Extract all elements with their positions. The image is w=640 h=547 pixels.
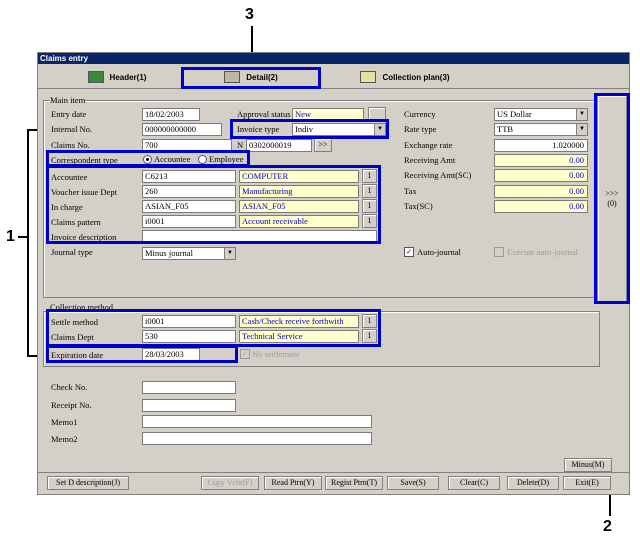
main-item-group-label: Main item [50, 95, 86, 105]
tax-label: Tax [404, 186, 417, 196]
no-settlement-label: No settlement [252, 349, 300, 359]
chevron-down-icon: ▼ [576, 124, 587, 135]
button-bar-separator [38, 472, 629, 473]
callout-2: 2 [603, 518, 612, 535]
window-title: Claims entry [38, 53, 629, 64]
clear-button[interactable]: Clear(C) [448, 476, 500, 490]
tax-field: 0.00 [494, 185, 588, 198]
check-no-input[interactable] [142, 381, 236, 394]
execute-auto-journal-label: Execute auto-journal [507, 247, 579, 257]
entry-date-input[interactable]: 18/02/2003 [142, 108, 200, 121]
chevron-down-icon: ▼ [576, 109, 587, 120]
rate-type-label: Rate type [404, 124, 437, 134]
claims-n-input[interactable]: 0302000019 [246, 139, 312, 152]
memo1-input[interactable] [142, 415, 372, 428]
highlight-expiration-date [46, 345, 238, 363]
tab-collection-plan[interactable]: Collection plan(3) [345, 68, 465, 86]
callout-1: 1 [6, 228, 15, 245]
receiving-amt-sc-field: 0.00 [494, 169, 588, 182]
auto-journal-checkbox[interactable]: ✓ [404, 247, 414, 257]
read-ptrn-button[interactable]: Read Ptrn(Y) [264, 476, 322, 490]
minus-button[interactable]: Minus(M) [564, 458, 612, 472]
exchange-rate-input[interactable]: 1.020000 [494, 139, 588, 152]
check-no-label: Check No. [51, 382, 88, 392]
receipt-no-label: Receipt No. [51, 400, 92, 410]
tab-header-label: Header(1) [109, 72, 147, 82]
rate-type-value: TTB [497, 124, 514, 134]
memo2-input[interactable] [142, 432, 372, 445]
auto-journal-label: Auto-journal [417, 247, 461, 257]
highlight-detail-tab [181, 67, 321, 89]
tab-header[interactable]: Header(1) [82, 68, 152, 86]
currency-label: Currency [404, 109, 436, 119]
highlight-collection-fields [46, 309, 381, 347]
tab-separator [38, 88, 629, 89]
set-d-description-button[interactable]: Set D description(J) [47, 476, 129, 490]
highlight-main-fields [46, 165, 381, 244]
claims-n-button[interactable]: >> [314, 138, 332, 152]
memo1-label: Memo1 [51, 417, 78, 427]
rate-type-select[interactable]: TTB ▼ [494, 123, 588, 136]
tax-sc-field: 0.00 [494, 200, 588, 213]
callout-1-bracket [27, 129, 29, 356]
tab-collection-plan-label: Collection plan(3) [382, 72, 450, 82]
internal-no-label: Internal No. [51, 124, 93, 134]
approval-status-label: Approval status [237, 109, 291, 119]
callout-3: 3 [245, 6, 254, 23]
claims-n-label: N [237, 140, 244, 150]
exit-button[interactable]: Exit(E) [563, 476, 611, 490]
chevron-down-icon: ▼ [224, 248, 235, 259]
entry-date-label: Entry date [51, 109, 87, 119]
highlight-invoice-type [230, 119, 389, 139]
delete-button[interactable]: Delete(D) [507, 476, 559, 490]
no-settlement-checkbox[interactable]: ✓ [240, 349, 250, 359]
exchange-rate-label: Exchange rate [404, 140, 453, 150]
journal-type-label: Journal type [51, 247, 93, 257]
callout-1-tick-bottom [27, 355, 37, 357]
journal-type-value: Minus journal [145, 248, 193, 258]
internal-no-input[interactable]: 000000000000 [142, 123, 222, 136]
save-button[interactable]: Save(S) [387, 476, 439, 490]
receipt-no-input[interactable] [142, 399, 236, 412]
copy-vchr-button[interactable]: Copy Vchr(F) [201, 476, 259, 490]
receiving-amt-field: 0.00 [494, 154, 588, 167]
regist-ptrn-button[interactable]: Regist Ptrn(T) [325, 476, 383, 490]
currency-value: US Dollar [497, 109, 532, 119]
currency-select[interactable]: US Dollar ▼ [494, 108, 588, 121]
highlight-side-button [594, 93, 630, 304]
journal-type-select[interactable]: Minus journal ▼ [142, 247, 236, 260]
receiving-amt-label: Receiving Amt [404, 155, 456, 165]
callout-1-tick-top [27, 129, 37, 131]
execute-auto-journal-checkbox[interactable] [494, 247, 504, 257]
tax-sc-label: Tax(SC) [404, 201, 433, 211]
memo2-label: Memo2 [51, 434, 78, 444]
envelope-icon [360, 71, 377, 83]
claims-no-label: Claims No. [51, 140, 90, 150]
receiving-amt-sc-label: Receiving Amt(SC) [404, 170, 472, 180]
book-icon [87, 71, 104, 83]
